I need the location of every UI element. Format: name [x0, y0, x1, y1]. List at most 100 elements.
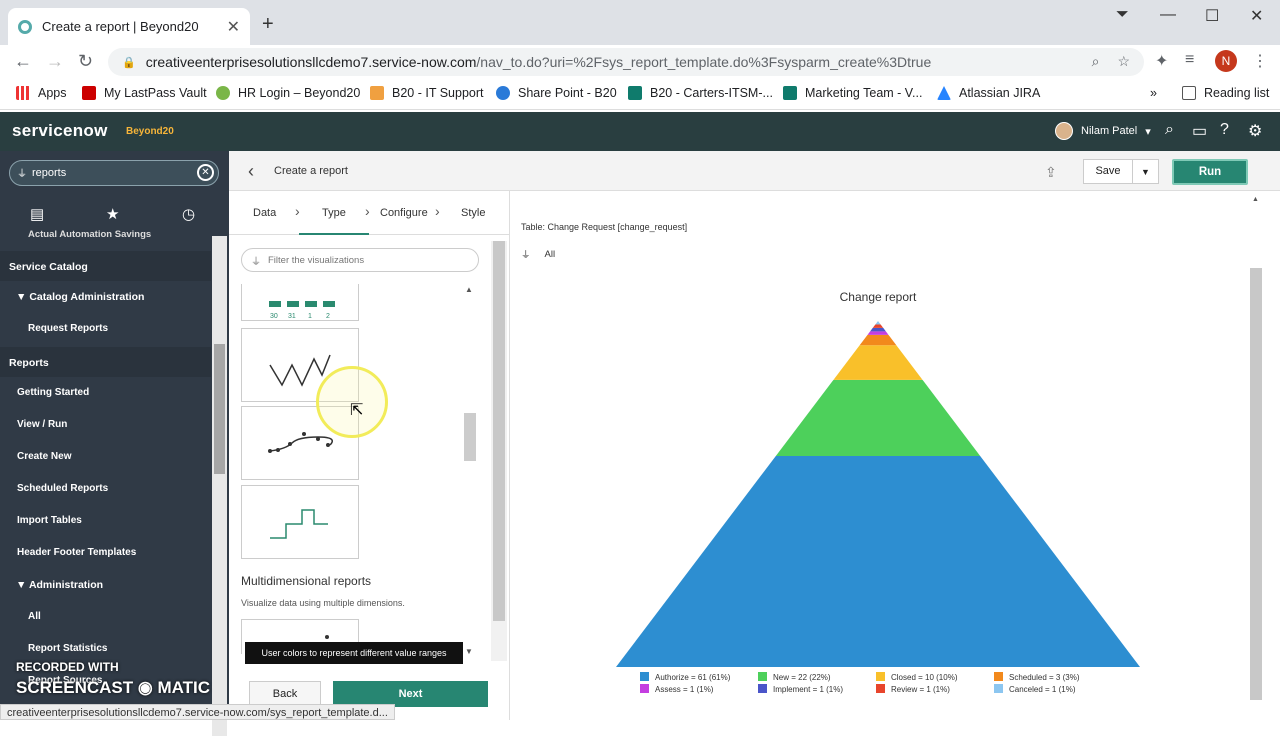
back-chevron-icon[interactable]: ‹ [248, 161, 254, 182]
legend-swatch [640, 672, 649, 681]
user-menu[interactable]: Nilam Patel ▾ [1055, 122, 1151, 140]
visualization-filter-input[interactable]: ⏚ Filter the visualizations [241, 248, 479, 272]
nav-module-view-run[interactable]: View / Run [17, 419, 211, 430]
maximize-icon[interactable]: ☐ [1205, 6, 1219, 26]
all-apps-icon[interactable]: ▤ [30, 205, 44, 223]
report-filter[interactable]: ⏚ All [521, 247, 555, 262]
scrollbar-thumb[interactable] [493, 241, 505, 621]
nav-module-getting-started[interactable]: Getting Started [17, 387, 211, 398]
nav-section-service-catalog[interactable]: Service Catalog [0, 251, 211, 281]
nav-module-actual-automation-savings[interactable]: Actual Automation Savings [0, 229, 211, 240]
run-button[interactable]: Run [1172, 159, 1248, 185]
scrollbar-thumb[interactable] [1250, 268, 1262, 700]
navigator-filter-input[interactable]: ⏚ reports ✕ [9, 160, 219, 186]
nav-module-report-statistics[interactable]: Report Statistics [28, 643, 211, 654]
pyramid-layer-assess[interactable] [867, 331, 889, 335]
share-icon[interactable]: ⇪ [1045, 164, 1057, 181]
favorites-star-icon[interactable]: ★ [106, 205, 119, 223]
bookmark-lastpass[interactable]: My LastPass Vault [82, 86, 207, 100]
history-clock-icon[interactable]: ◷ [182, 205, 195, 223]
nav-module-request-reports[interactable]: Request Reports [28, 323, 211, 334]
legend-label[interactable]: Canceled = 1 (1%) [1009, 685, 1076, 694]
gear-icon[interactable]: ⚙ [1248, 121, 1262, 141]
nav-module-all[interactable]: All [28, 611, 211, 622]
step-data[interactable]: Data [253, 207, 276, 219]
more-bookmarks-icon[interactable]: » [1150, 86, 1157, 100]
nav-module-header-footer-templates[interactable]: Header Footer Templates [17, 547, 211, 558]
scrollbar-thumb[interactable] [464, 413, 476, 461]
servicenow-logo[interactable]: servicenow [12, 121, 108, 141]
pyramid-layer-scheduled[interactable] [859, 334, 897, 346]
back-arrow-icon[interactable]: ← [14, 51, 32, 72]
bookmark-carters-itsm[interactable]: B20 - Carters-ITSM-... [628, 86, 773, 100]
forward-arrow-icon[interactable]: → [46, 51, 64, 72]
pyramid-layer-review[interactable] [872, 324, 884, 328]
nav-section-reports[interactable]: Reports [0, 347, 211, 377]
browser-tab[interactable]: Create a report | Beyond20 ✕ [8, 8, 250, 45]
bookmark-it-support[interactable]: B20 - IT Support [370, 86, 484, 100]
minimize-icon[interactable]: — [1160, 6, 1176, 24]
legend-label[interactable]: New = 22 (22%) [773, 673, 831, 682]
chart-scrollbar[interactable]: ▲ [1248, 196, 1264, 716]
scroll-up-icon[interactable]: ▲ [465, 285, 473, 294]
nav-group-catalog-administration[interactable]: ▼ Catalog Administration [16, 291, 211, 303]
save-button[interactable]: Save ▼ [1083, 159, 1159, 184]
nav-module-create-new[interactable]: Create New [17, 451, 211, 462]
pyramid-layer-canceled[interactable] [875, 321, 881, 325]
scroll-down-icon[interactable]: ▼ [465, 647, 473, 656]
pyramid-layer-new[interactable] [775, 379, 981, 456]
nav-module-import-tables[interactable]: Import Tables [17, 515, 211, 526]
reload-icon[interactable]: ↻ [78, 51, 93, 72]
close-tab-icon[interactable]: ✕ [227, 17, 240, 37]
viz-card-single-score[interactable]: 30 31 1 2 [241, 284, 359, 321]
step-style[interactable]: Style [461, 207, 485, 219]
nav-group-administration[interactable]: ▼ Administration [16, 579, 211, 591]
help-icon[interactable]: ? [1220, 121, 1229, 139]
profile-dropdown-icon[interactable]: ⏷ [1116, 6, 1129, 24]
connect-chat-icon[interactable]: ▭ [1192, 121, 1207, 141]
scrollbar-thumb[interactable] [214, 344, 225, 474]
browser-tab-bar: Create a report | Beyond20 ✕ + ⏷ — ☐ ✕ [0, 0, 1280, 45]
profile-avatar[interactable]: N [1215, 50, 1237, 72]
bookmark-marketing[interactable]: Marketing Team - V... [783, 86, 922, 100]
viz-card-step[interactable] [241, 485, 359, 559]
browser-menu-icon[interactable]: ⋮ [1252, 51, 1268, 71]
step-type[interactable]: Type [322, 207, 346, 219]
visualization-scrollbar[interactable]: ▲ ▼ [463, 285, 477, 659]
reading-list-button[interactable]: Reading list [1182, 86, 1269, 100]
back-button[interactable]: Back [249, 681, 321, 706]
pyramid-layer-closed[interactable] [833, 345, 923, 380]
bookmark-sharepoint[interactable]: Share Point - B20 [496, 86, 617, 100]
extensions-icon[interactable]: ✦ [1155, 51, 1168, 71]
legend-label[interactable]: Implement = 1 (1%) [773, 685, 843, 694]
mini-number: 30 [270, 313, 278, 320]
bookmarks-bar: Apps My LastPass Vault HR Login – Beyond… [0, 78, 1280, 110]
legend-label[interactable]: Authorize = 61 (61%) [655, 673, 731, 682]
reading-list-icon [1182, 86, 1196, 100]
legend-label[interactable]: Closed = 10 (10%) [891, 673, 958, 682]
clear-filter-icon[interactable]: ✕ [197, 164, 214, 181]
zoom-icon[interactable]: ⌕ [1092, 53, 1100, 70]
close-window-icon[interactable]: ✕ [1250, 6, 1263, 26]
bookmark-apps[interactable]: Apps [16, 86, 67, 100]
panel-scrollbar[interactable] [491, 241, 507, 661]
mini-number: 1 [308, 313, 312, 320]
legend-label[interactable]: Assess = 1 (1%) [655, 685, 714, 694]
bookmark-star-icon[interactable]: ☆ [1117, 53, 1130, 70]
legend-label[interactable]: Scheduled = 3 (3%) [1009, 673, 1080, 682]
legend-label[interactable]: Review = 1 (1%) [891, 685, 950, 694]
pyramid-layer-implement[interactable] [870, 327, 886, 332]
navigator-scrollbar[interactable] [212, 236, 227, 736]
scroll-up-icon[interactable]: ▲ [1252, 196, 1259, 203]
chevron-right-icon: › [295, 203, 300, 219]
nav-module-scheduled-reports[interactable]: Scheduled Reports [17, 483, 211, 494]
save-options-caret-icon[interactable]: ▼ [1133, 167, 1158, 177]
pyramid-layer-authorize[interactable] [616, 455, 1140, 667]
step-configure[interactable]: Configure [380, 207, 428, 219]
media-control-icon[interactable]: ≡ [1185, 51, 1194, 69]
url-input[interactable]: 🔒 creativeenterprisesolutionsllcdemo7.se… [108, 48, 1144, 76]
new-tab-icon[interactable]: + [262, 13, 274, 36]
search-icon[interactable]: ⌕ [1165, 121, 1174, 139]
bookmark-hr-login[interactable]: HR Login – Beyond20 [216, 86, 360, 100]
bookmark-jira[interactable]: Atlassian JIRA [937, 86, 1040, 100]
